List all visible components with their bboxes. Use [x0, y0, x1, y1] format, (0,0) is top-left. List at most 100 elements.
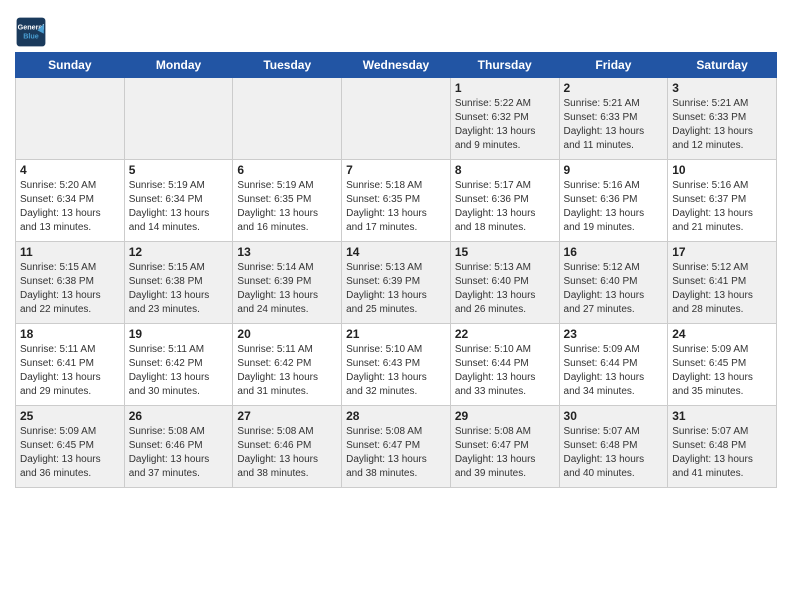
weekday-header-tuesday: Tuesday [233, 53, 342, 78]
cell-info: Sunrise: 5:13 AM Sunset: 6:40 PM Dayligh… [455, 261, 555, 317]
calendar-week-row: 4Sunrise: 5:20 AM Sunset: 6:34 PM Daylig… [16, 160, 777, 242]
calendar-cell: 18 Sunrise: 5:11 AM Sunset: 6:41 PM Dayli… [16, 324, 125, 406]
day-number: 26 [129, 409, 229, 423]
day-number: 31 [672, 409, 772, 423]
calendar-cell: 24 Sunrise: 5:09 AM Sunset: 6:45 PM Dayli… [668, 324, 777, 406]
calendar-cell: 16 Sunrise: 5:12 AM Sunset: 6:40 PM Dayli… [559, 242, 668, 324]
calendar-week-row: 18 Sunrise: 5:11 AM Sunset: 6:41 PM Dayli… [16, 324, 777, 406]
calendar-cell: 15 Sunrise: 5:13 AM Sunset: 6:40 PM Dayli… [450, 242, 559, 324]
day-number: 10 [672, 163, 772, 177]
day-number: 12 [129, 245, 229, 259]
weekday-header-friday: Friday [559, 53, 668, 78]
calendar-cell: 13Sunrise: 5:14 AM Sunset: 6:39 PM Dayli… [233, 242, 342, 324]
cell-info: Sunrise: 5:09 AM Sunset: 6:45 PM Dayligh… [672, 343, 772, 399]
cell-info: Sunrise: 5:08 AM Sunset: 6:47 PM Dayligh… [346, 425, 446, 481]
cell-info: Sunrise: 5:13 AM Sunset: 6:39 PM Dayligh… [346, 261, 446, 317]
day-number: 9 [564, 163, 664, 177]
calendar-cell: 12 Sunrise: 5:15 AM Sunset: 6:38 PM Dayli… [124, 242, 233, 324]
day-number: 5 [129, 163, 229, 177]
calendar-cell: 7 Sunrise: 5:18 AM Sunset: 6:35 PM Daylig… [342, 160, 451, 242]
day-number: 15 [455, 245, 555, 259]
cell-info: Sunrise: 5:16 AM Sunset: 6:37 PM Dayligh… [672, 179, 772, 235]
day-number: 2 [564, 81, 664, 95]
weekday-header-row: SundayMondayTuesdayWednesdayThursdayFrid… [16, 53, 777, 78]
day-number: 3 [672, 81, 772, 95]
calendar-cell [16, 78, 125, 160]
logo: General Blue [15, 16, 51, 48]
day-number: 8 [455, 163, 555, 177]
day-number: 25 [20, 409, 120, 423]
calendar-cell: 3 Sunrise: 5:21 AM Sunset: 6:33 PM Daylig… [668, 78, 777, 160]
calendar-cell [124, 78, 233, 160]
cell-info: Sunrise: 5:11 AM Sunset: 6:42 PM Dayligh… [129, 343, 229, 399]
calendar-table: SundayMondayTuesdayWednesdayThursdayFrid… [15, 52, 777, 488]
cell-info: Sunrise: 5:08 AM Sunset: 6:46 PM Dayligh… [237, 425, 337, 481]
cell-info: Sunrise: 5:17 AM Sunset: 6:36 PM Dayligh… [455, 179, 555, 235]
day-number: 6 [237, 163, 337, 177]
day-number: 4 [20, 163, 120, 177]
calendar-cell: 11 Sunrise: 5:15 AM Sunset: 6:38 PM Dayli… [16, 242, 125, 324]
header: General Blue [15, 10, 777, 48]
calendar-cell: 5 Sunrise: 5:19 AM Sunset: 6:34 PM Daylig… [124, 160, 233, 242]
cell-info: Sunrise: 5:15 AM Sunset: 6:38 PM Dayligh… [20, 261, 120, 317]
day-number: 11 [20, 245, 120, 259]
cell-info: Sunrise: 5:15 AM Sunset: 6:38 PM Dayligh… [129, 261, 229, 317]
day-number: 21 [346, 327, 446, 341]
calendar-cell: 31 Sunrise: 5:07 AM Sunset: 6:48 PM Dayli… [668, 406, 777, 488]
calendar-week-row: 25 Sunrise: 5:09 AM Sunset: 6:45 PM Dayli… [16, 406, 777, 488]
weekday-header-saturday: Saturday [668, 53, 777, 78]
calendar-cell: 1 Sunrise: 5:22 AM Sunset: 6:32 PM Daylig… [450, 78, 559, 160]
cell-info: Sunrise: 5:08 AM Sunset: 6:47 PM Dayligh… [455, 425, 555, 481]
day-number: 27 [237, 409, 337, 423]
cell-info: Sunrise: 5:09 AM Sunset: 6:45 PM Dayligh… [20, 425, 120, 481]
day-number: 18 [20, 327, 120, 341]
cell-info: Sunrise: 5:18 AM Sunset: 6:35 PM Dayligh… [346, 179, 446, 235]
calendar-cell: 22Sunrise: 5:10 AM Sunset: 6:44 PM Dayli… [450, 324, 559, 406]
day-number: 30 [564, 409, 664, 423]
svg-text:Blue: Blue [23, 31, 39, 40]
calendar-cell: 20Sunrise: 5:11 AM Sunset: 6:42 PM Dayli… [233, 324, 342, 406]
cell-info: Sunrise: 5:22 AM Sunset: 6:32 PM Dayligh… [455, 97, 555, 153]
calendar-cell: 28 Sunrise: 5:08 AM Sunset: 6:47 PM Dayli… [342, 406, 451, 488]
weekday-header-sunday: Sunday [16, 53, 125, 78]
calendar-cell: 9 Sunrise: 5:16 AM Sunset: 6:36 PM Daylig… [559, 160, 668, 242]
cell-info: Sunrise: 5:11 AM Sunset: 6:41 PM Dayligh… [20, 343, 120, 399]
cell-info: Sunrise: 5:19 AM Sunset: 6:34 PM Dayligh… [129, 179, 229, 235]
day-number: 19 [129, 327, 229, 341]
day-number: 1 [455, 81, 555, 95]
calendar-cell: 14 Sunrise: 5:13 AM Sunset: 6:39 PM Dayli… [342, 242, 451, 324]
cell-info: Sunrise: 5:07 AM Sunset: 6:48 PM Dayligh… [672, 425, 772, 481]
cell-info: Sunrise: 5:09 AM Sunset: 6:44 PM Dayligh… [564, 343, 664, 399]
calendar-week-row: 11 Sunrise: 5:15 AM Sunset: 6:38 PM Dayli… [16, 242, 777, 324]
cell-info: Sunrise: 5:12 AM Sunset: 6:41 PM Dayligh… [672, 261, 772, 317]
weekday-header-wednesday: Wednesday [342, 53, 451, 78]
cell-info: Sunrise: 5:07 AM Sunset: 6:48 PM Dayligh… [564, 425, 664, 481]
cell-info: Sunrise: 5:12 AM Sunset: 6:40 PM Dayligh… [564, 261, 664, 317]
day-number: 14 [346, 245, 446, 259]
calendar-cell [342, 78, 451, 160]
day-number: 23 [564, 327, 664, 341]
cell-info: Sunrise: 5:14 AM Sunset: 6:39 PM Dayligh… [237, 261, 337, 317]
calendar-cell: 30 Sunrise: 5:07 AM Sunset: 6:48 PM Dayli… [559, 406, 668, 488]
day-number: 16 [564, 245, 664, 259]
cell-info: Sunrise: 5:10 AM Sunset: 6:43 PM Dayligh… [346, 343, 446, 399]
calendar-cell: 21 Sunrise: 5:10 AM Sunset: 6:43 PM Dayli… [342, 324, 451, 406]
cell-info: Sunrise: 5:21 AM Sunset: 6:33 PM Dayligh… [672, 97, 772, 153]
day-number: 29 [455, 409, 555, 423]
calendar-cell: 6 Sunrise: 5:19 AM Sunset: 6:35 PM Daylig… [233, 160, 342, 242]
day-number: 7 [346, 163, 446, 177]
cell-info: Sunrise: 5:08 AM Sunset: 6:46 PM Dayligh… [129, 425, 229, 481]
calendar-cell: 17 Sunrise: 5:12 AM Sunset: 6:41 PM Dayli… [668, 242, 777, 324]
day-number: 17 [672, 245, 772, 259]
calendar-week-row: 1 Sunrise: 5:22 AM Sunset: 6:32 PM Daylig… [16, 78, 777, 160]
weekday-header-thursday: Thursday [450, 53, 559, 78]
calendar-cell: 19 Sunrise: 5:11 AM Sunset: 6:42 PM Dayli… [124, 324, 233, 406]
logo-icon: General Blue [15, 16, 47, 48]
calendar-cell: 4Sunrise: 5:20 AM Sunset: 6:34 PM Daylig… [16, 160, 125, 242]
cell-info: Sunrise: 5:16 AM Sunset: 6:36 PM Dayligh… [564, 179, 664, 235]
day-number: 28 [346, 409, 446, 423]
day-number: 24 [672, 327, 772, 341]
calendar-cell: 2Sunrise: 5:21 AM Sunset: 6:33 PM Daylig… [559, 78, 668, 160]
cell-info: Sunrise: 5:19 AM Sunset: 6:35 PM Dayligh… [237, 179, 337, 235]
calendar-cell [233, 78, 342, 160]
